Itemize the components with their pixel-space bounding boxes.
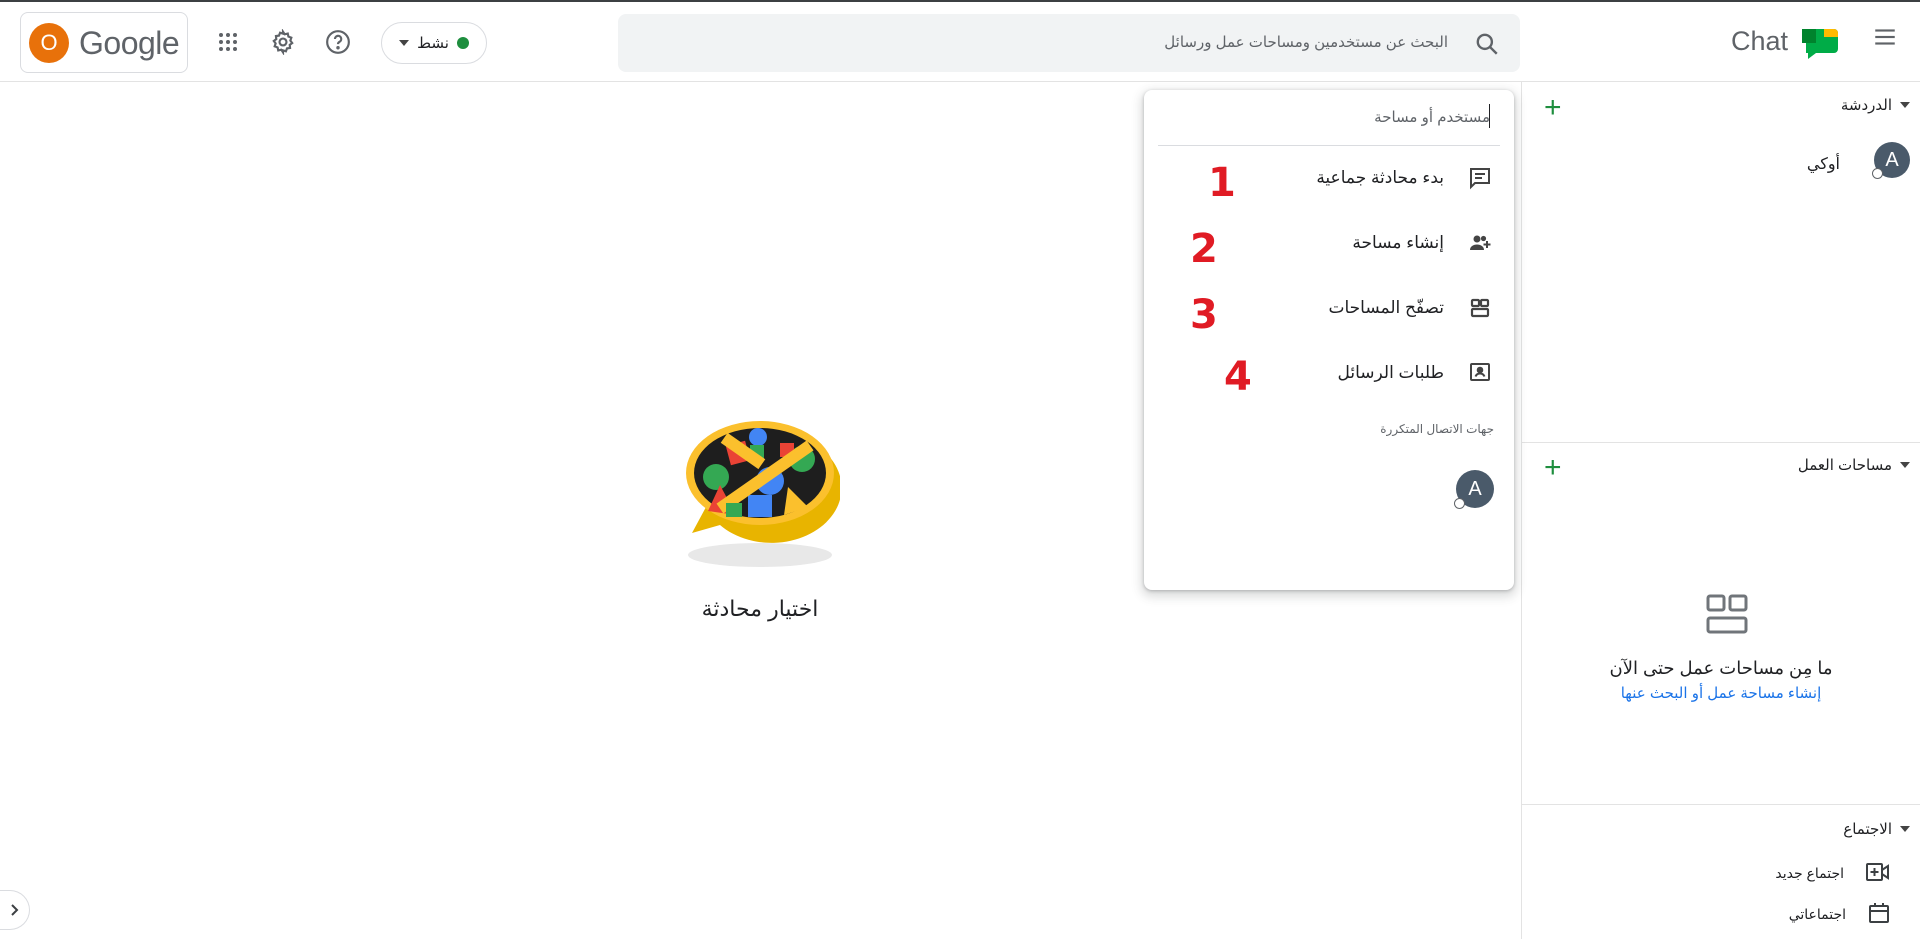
presence-icon	[1872, 168, 1883, 179]
google-chat-logo-icon	[1802, 26, 1840, 65]
chevron-right-icon	[10, 904, 18, 916]
spaces-grid-icon	[1706, 594, 1748, 639]
group-add-icon	[1468, 231, 1492, 260]
settings-gear-icon[interactable]	[263, 22, 303, 62]
spaces-section-header[interactable]: مساحات العمل	[1798, 456, 1910, 474]
search-bar[interactable]: البحث عن مستخدمين ومساحات عمل ورسائل	[618, 14, 1520, 72]
chevron-down-icon	[1900, 462, 1910, 468]
chat-sidebar: الدردشة + A أوكي مساحات العمل + ما مِن م…	[1521, 82, 1920, 939]
menu-item-label: تصفّح المساحات	[1328, 298, 1444, 317]
avatar: A	[1454, 470, 1494, 509]
status-dot-icon	[456, 37, 469, 49]
chat-section-header[interactable]: الدردشة	[1841, 96, 1910, 114]
text-cursor	[1489, 104, 1490, 128]
chat-icon	[1468, 166, 1492, 195]
annotation-marker: 1	[1208, 160, 1236, 206]
menu-item-label: طلبات الرسائل	[1337, 363, 1444, 382]
meet-item-label: اجتماعاتي	[1788, 906, 1846, 922]
select-conversation-text: اختيار محادثة	[701, 596, 819, 621]
spaces-empty-title: ما مِن مساحات عمل حتى الآن	[1609, 658, 1833, 678]
meet-my-meetings[interactable]: اجتماعاتي	[1789, 902, 1890, 927]
calendar-icon	[1868, 902, 1890, 927]
avatar: A	[1872, 142, 1910, 179]
dm-name: أوكي	[1806, 156, 1840, 173]
help-icon[interactable]	[318, 22, 358, 62]
spaces-empty-link[interactable]: إنشاء مساحة عمل أو البحث عنها	[1522, 684, 1920, 702]
annotation-marker: 3	[1190, 292, 1218, 338]
meet-section-label: الاجتماع	[1843, 821, 1892, 838]
account-avatar[interactable]: O	[29, 23, 69, 63]
menu-item-label: إنشاء مساحة	[1352, 233, 1444, 252]
section-divider	[1522, 442, 1920, 443]
annotation-marker: 2	[1190, 226, 1218, 272]
app-title: Chat	[1730, 26, 1788, 56]
frequent-contact[interactable]: A	[1454, 470, 1494, 509]
people-or-space-input[interactable]: مستخدم أو مساحة	[1158, 90, 1500, 146]
chevron-down-icon	[399, 40, 410, 46]
expand-panel-button[interactable]	[0, 890, 30, 930]
frequent-contacts-label: جهات الاتصال المتكررة	[1380, 422, 1494, 436]
status-selector[interactable]: نشط	[381, 22, 487, 64]
menu-item-group-chat[interactable]: بدء محادثة جماعية	[1144, 150, 1514, 206]
apps-grid-icon[interactable]	[208, 22, 248, 62]
spaces-icon	[1468, 296, 1492, 325]
chat-section-label: الدردشة	[1840, 97, 1892, 114]
account-switcher[interactable]: O Google	[20, 12, 188, 73]
search-icon[interactable]	[1474, 31, 1500, 62]
chevron-down-icon	[1900, 102, 1910, 108]
search-placeholder[interactable]: البحث عن مستخدمين ومساحات عمل ورسائل	[1164, 33, 1448, 51]
meet-section-header[interactable]: الاجتماع	[1843, 820, 1910, 838]
chevron-down-icon	[1900, 826, 1910, 832]
dm-item[interactable]: A أوكي	[1522, 142, 1920, 198]
input-placeholder[interactable]: مستخدم أو مساحة	[1374, 108, 1490, 126]
meet-new-meeting[interactable]: اجتماع جديد	[1775, 862, 1890, 885]
video-add-icon	[1866, 862, 1890, 885]
section-divider	[1522, 804, 1920, 805]
menu-item-label: بدء محادثة جماعية	[1316, 168, 1444, 187]
avatar-initial: A	[1468, 478, 1482, 500]
menu-item-message-requests[interactable]: طلبات الرسائل	[1144, 345, 1514, 401]
status-label: نشط	[417, 35, 449, 52]
annotation-marker: 4	[1224, 354, 1252, 400]
presence-icon	[1454, 498, 1465, 509]
main-menu-icon[interactable]	[1872, 24, 1898, 55]
meet-item-label: اجتماع جديد	[1775, 865, 1844, 881]
avatar-initial: A	[1885, 149, 1899, 171]
spaces-section-label: مساحات العمل	[1797, 457, 1892, 474]
top-bar: O Google نشط البحث عن مستخدمين ومساحات ع…	[0, 2, 1920, 82]
new-chat-plus-icon[interactable]: +	[1544, 93, 1562, 123]
message-request-icon	[1468, 361, 1492, 390]
new-chat-dropdown: مستخدم أو مساحة بدء محادثة جماعية 1 إنشا…	[1144, 90, 1514, 590]
empty-state-illustration	[680, 415, 842, 575]
google-wordmark: Google	[79, 25, 180, 61]
new-space-plus-icon[interactable]: +	[1544, 453, 1562, 483]
